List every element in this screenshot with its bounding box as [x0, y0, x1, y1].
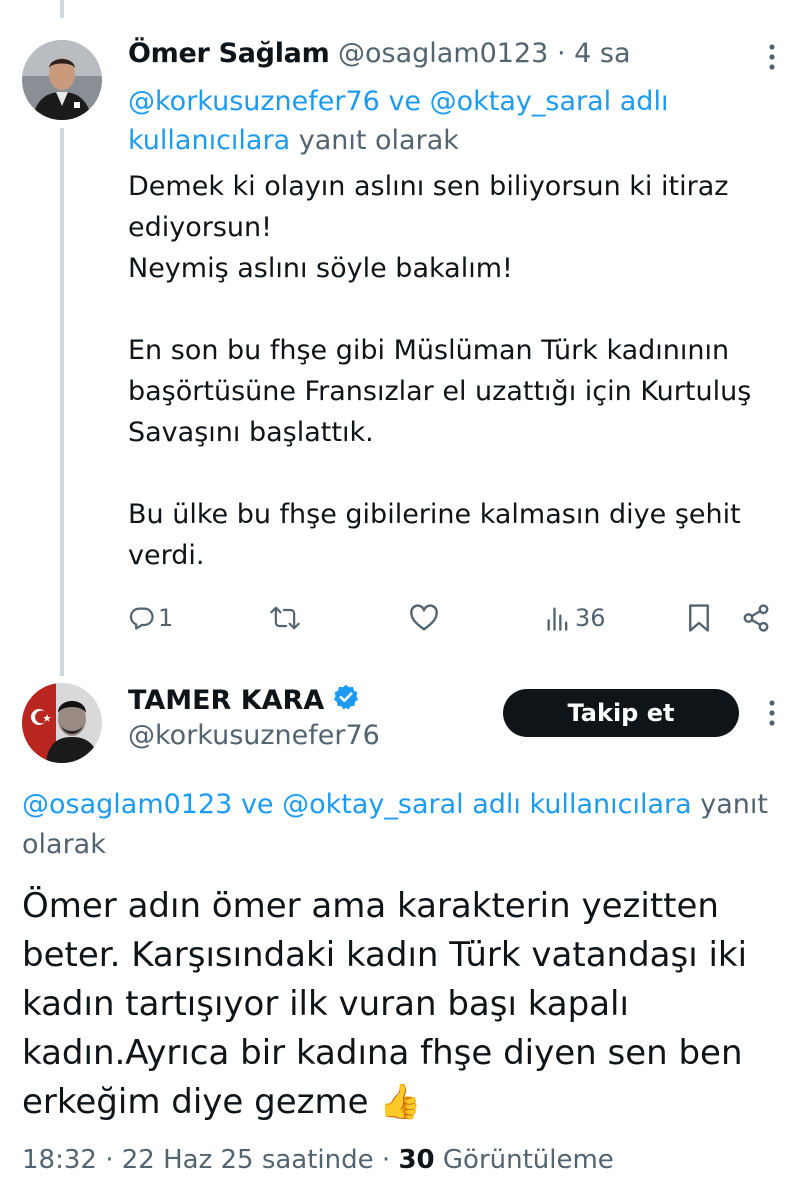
mention-osaglam0123[interactable]: @osaglam0123: [22, 789, 232, 820]
tweet1-line: Bu ülke bu fhşe gibilerine kalmasın diye…: [128, 499, 741, 571]
reply-and: ve: [240, 789, 274, 820]
more-options-icon[interactable]: [764, 42, 780, 72]
tweet1-reply-context: @korkusuznefer76 ve @oktay_saral adlı ku…: [128, 82, 768, 160]
tweet1-time[interactable]: 4 sa: [574, 38, 630, 69]
verified-badge-icon[interactable]: [332, 683, 360, 718]
reply-link-suffix[interactable]: adlı kullanıcılara: [472, 789, 691, 820]
tweet1-line: En son bu fhşe gibi Müslüman Türk kadını…: [128, 335, 752, 448]
share-icon: [741, 603, 771, 633]
tweet1-action-bar: 1 36: [0, 598, 810, 638]
mention-oktay-saral[interactable]: @oktay_saral: [430, 86, 612, 117]
tweet1-header: Ömer Sağlam @osaglam0123 · 4 sa: [128, 38, 631, 69]
avatar-omer[interactable]: [22, 40, 102, 120]
tweet2-body: Ömer adın ömer ama karakterin yezitten b…: [22, 882, 792, 1127]
tweet2-date[interactable]: 22 Haz 25 saatinde: [122, 1145, 374, 1175]
tweet1-handle[interactable]: @osaglam0123: [338, 38, 548, 69]
tweet2-text: Ömer adın ömer ama karakterin yezitten b…: [22, 886, 748, 1122]
thread-connector-top: [60, 0, 64, 18]
tweet2-views-count[interactable]: 30: [398, 1145, 434, 1175]
bookmark-button[interactable]: [686, 598, 712, 638]
meta-separator: ·: [105, 1145, 114, 1175]
tweet2-meta: 18:32 · 22 Haz 25 saatinde · 30 Görüntül…: [22, 1145, 614, 1175]
tweet1-line: Demek ki olayın aslını sen biliyorsun ki…: [128, 171, 729, 243]
reply-count: 1: [158, 604, 174, 632]
tweet2-views-label: Görüntüleme: [442, 1145, 614, 1175]
thread-connector: [60, 128, 64, 676]
tweet1-line: Neymiş aslını söyle bakalım!: [128, 253, 513, 284]
views-count: 36: [575, 604, 606, 632]
tweet2-handle[interactable]: @korkusuznefer76: [128, 720, 380, 751]
views-button[interactable]: 36: [545, 598, 606, 638]
bookmark-icon: [686, 603, 712, 633]
tweet2-display-name[interactable]: TAMER KARA: [128, 685, 324, 716]
tweet1-body: Demek ki olayın aslını sen biliyorsun ki…: [128, 166, 788, 576]
views-icon: [545, 604, 571, 632]
tweet2-name-row: TAMER KARA: [128, 683, 360, 718]
reply-icon: [128, 604, 156, 632]
share-button[interactable]: [741, 598, 771, 638]
avatar-tamer[interactable]: [22, 683, 102, 763]
tweet1-display-name[interactable]: Ömer Sağlam: [128, 38, 330, 69]
tweet2-time[interactable]: 18:32: [22, 1145, 97, 1175]
mention-oktay-saral[interactable]: @oktay_saral: [282, 789, 464, 820]
retweet-button[interactable]: [269, 598, 301, 638]
follow-button[interactable]: Takip et: [503, 689, 739, 737]
retweet-icon: [269, 604, 301, 632]
heart-icon: [409, 604, 439, 632]
like-button[interactable]: [409, 598, 439, 638]
mention-korkusuznefer76[interactable]: @korkusuznefer76: [128, 86, 380, 117]
reply-suffix: yanıt olarak: [298, 125, 459, 156]
reply-button[interactable]: 1: [128, 598, 173, 638]
tweet2-reply-context: @osaglam0123 ve @oktay_saral adlı kullan…: [22, 785, 782, 865]
meta-separator: ·: [381, 1145, 391, 1175]
reply-and: ve: [388, 86, 422, 117]
more-options-icon[interactable]: [764, 698, 780, 728]
tweet1-separator: ·: [556, 38, 566, 69]
